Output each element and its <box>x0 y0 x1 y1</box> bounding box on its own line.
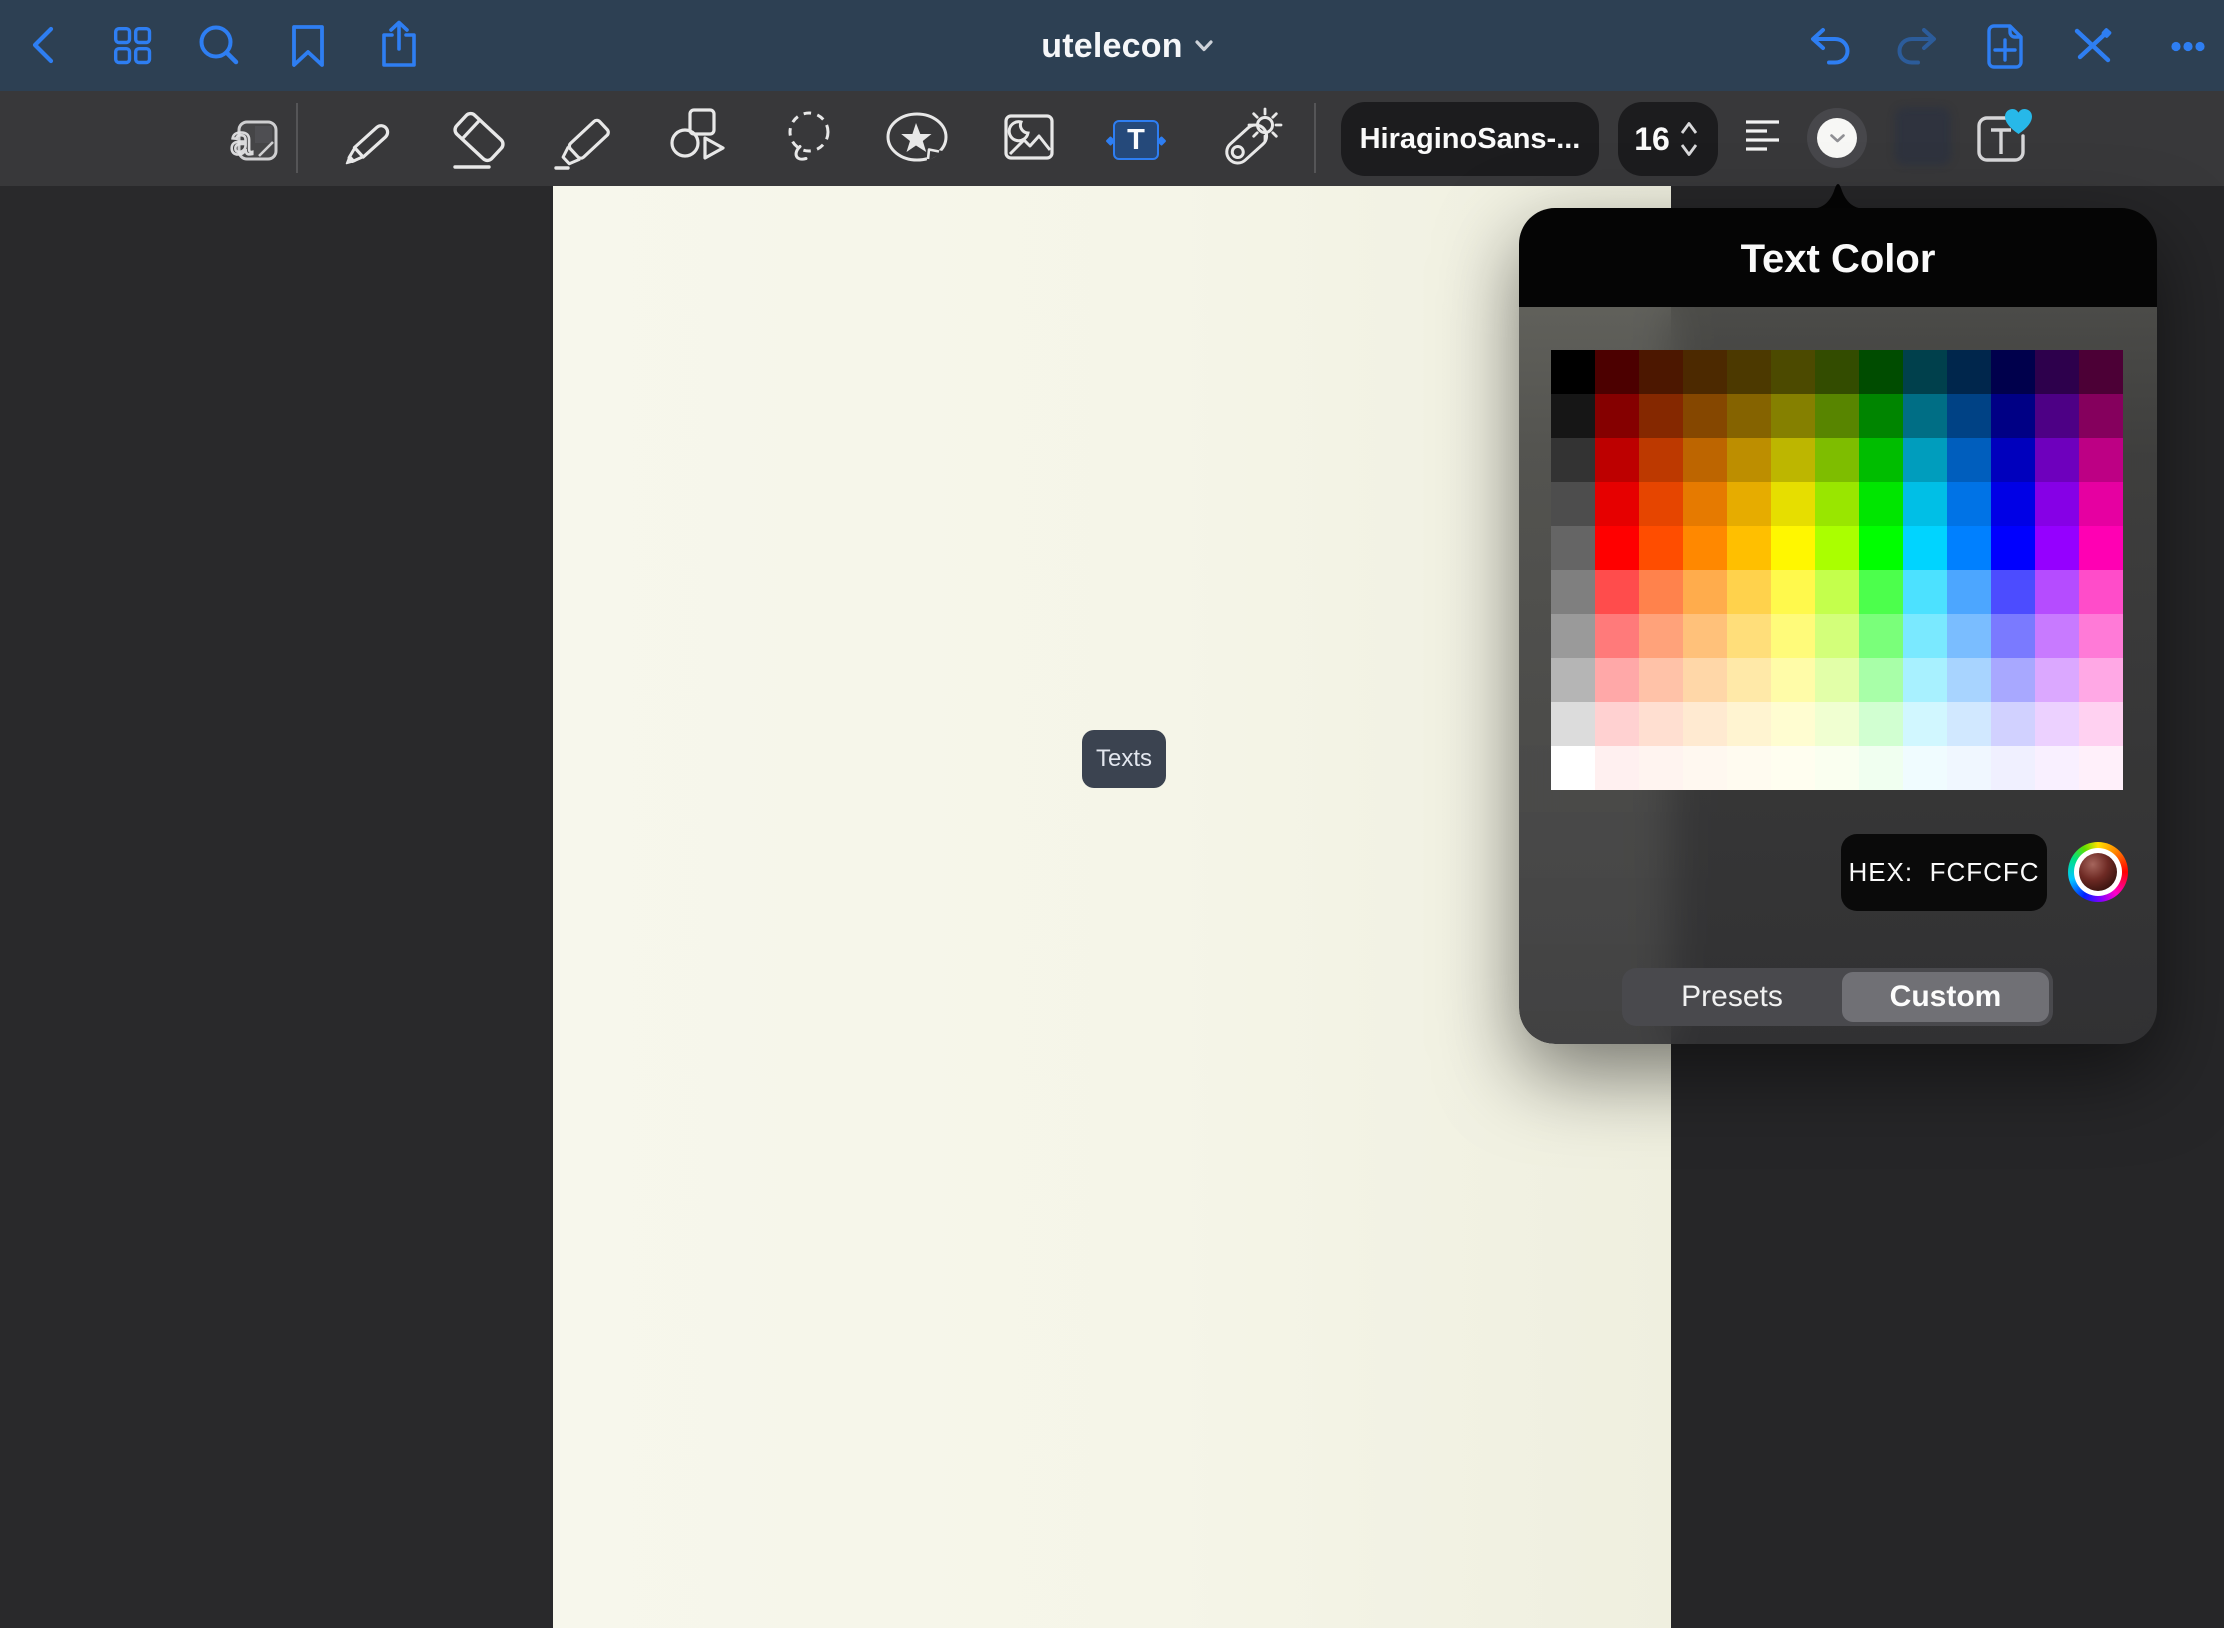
svg-text:a: a <box>230 119 253 163</box>
